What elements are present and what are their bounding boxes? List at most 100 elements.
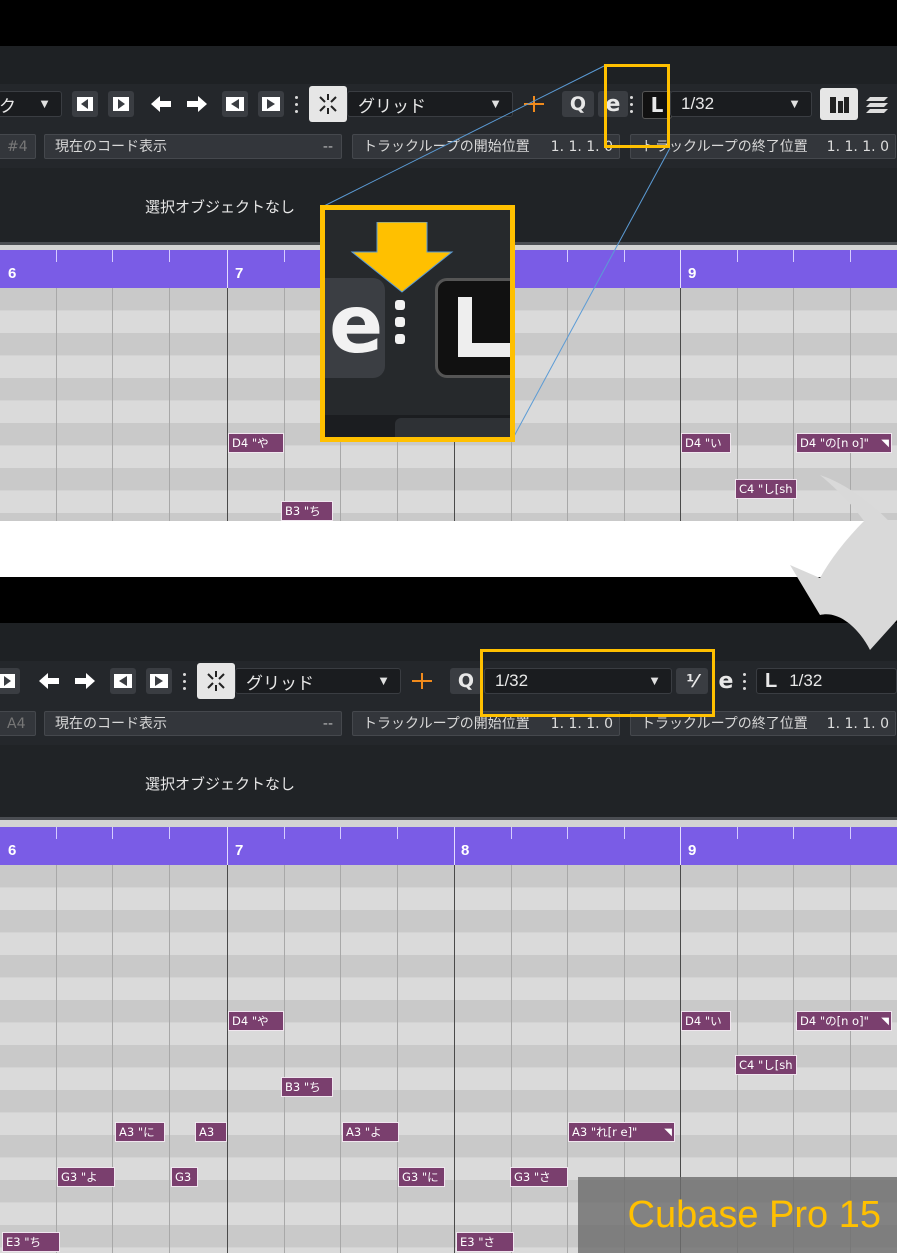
e-icon[interactable]: e: [712, 668, 740, 694]
snap-type-label: グリッド: [246, 673, 314, 693]
chord-label: 現在のコード表示: [55, 716, 167, 732]
loop-start-value: 1. 1. 1. 0: [550, 716, 613, 732]
ruler[interactable]: 6 7 8 9: [0, 827, 897, 865]
note-label: D4 "の[n o]": [800, 1014, 869, 1028]
quantize-value: 1/32: [495, 671, 529, 690]
loop-start-label: トラックループの開始位置: [363, 716, 530, 732]
top-screenshot: ク ▼ グリッド ▼ Q e L 1/32 ▼ #4 現在のコード表示 -- ト…: [0, 0, 897, 521]
midi-note[interactable]: G3 "よ: [57, 1167, 115, 1187]
snap-icon[interactable]: [197, 663, 235, 699]
status-area: 選択オブジェクトなし: [0, 745, 897, 817]
swoosh-arrow-icon: [790, 520, 897, 650]
pitch-lane: [0, 888, 897, 910]
pitch-lane: [0, 910, 897, 932]
beat-line: [340, 865, 341, 1253]
beat-line: [284, 865, 285, 1253]
key-field[interactable]: A4: [0, 711, 36, 736]
ruler-bar-line: [680, 827, 681, 865]
drag-handle-icon[interactable]: [181, 668, 187, 694]
quantize-button[interactable]: Q: [450, 668, 482, 694]
bar-number: 7: [235, 842, 244, 859]
length-dropdown[interactable]: L 1/32: [756, 668, 897, 694]
info-line: A4 現在のコード表示 -- トラックループの開始位置 1. 1. 1. 0 ト…: [0, 705, 897, 745]
zoom-lower-field: [395, 418, 510, 437]
midi-note[interactable]: G3 "さ: [510, 1167, 568, 1187]
pitch-lane: [0, 1000, 897, 1022]
note-label: D4 "い: [685, 1014, 722, 1028]
ruler-tick: [169, 827, 170, 839]
arrow-left-icon[interactable]: [34, 668, 64, 694]
midi-note[interactable]: G3 "に: [398, 1167, 445, 1187]
ruler-tick: [737, 827, 738, 839]
midi-note[interactable]: D4 "い: [681, 1011, 731, 1031]
midi-note[interactable]: A3: [195, 1122, 227, 1142]
chevron-down-icon: ▼: [648, 673, 661, 688]
length-value: 1/32: [789, 671, 823, 690]
bar-number: 8: [461, 842, 470, 859]
midi-note[interactable]: A3 "よ: [342, 1122, 399, 1142]
loop-start-field[interactable]: トラックループの開始位置 1. 1. 1. 0: [352, 711, 620, 736]
ruler-tick: [624, 827, 625, 839]
beat-line: [112, 865, 113, 1253]
locator-left-icon[interactable]: [110, 668, 136, 694]
midi-note[interactable]: E3 "ち: [2, 1232, 60, 1252]
swoosh-arrow-icon: [820, 475, 889, 521]
insert-marker-icon[interactable]: [405, 668, 439, 694]
beat-line: [397, 865, 398, 1253]
drag-handle-icon: [395, 300, 405, 344]
chevron-down-icon: ▼: [377, 673, 390, 688]
bar-line: [454, 865, 455, 1253]
ruler-tick: [112, 827, 113, 839]
pitch-lane: [0, 865, 897, 887]
ruler-tick: [567, 827, 568, 839]
title-bar: [0, 577, 897, 623]
pitch-lane: [0, 1090, 897, 1112]
loop-end-field[interactable]: トラックループの終了位置 1. 1. 1. 0: [630, 711, 896, 736]
midi-note[interactable]: A3 "れ[r e]" ◥: [568, 1122, 675, 1142]
beat-line: [56, 865, 57, 1253]
q-label: Q: [457, 670, 475, 692]
l-icon: L: [765, 669, 778, 692]
pitch-lane: [0, 1023, 897, 1045]
drag-handle-icon[interactable]: [741, 668, 747, 694]
midi-note[interactable]: E3 "さ: [456, 1232, 514, 1252]
midi-note[interactable]: D4 "や: [228, 1011, 284, 1031]
bar-number: 9: [688, 842, 697, 859]
watermark: Cubase Pro 15: [578, 1177, 897, 1253]
note-corner-icon: ◥: [664, 1127, 672, 1138]
loop-end-value: 1. 1. 1. 0: [826, 716, 889, 732]
ruler-tick: [793, 827, 794, 839]
locator-right-icon[interactable]: [146, 668, 172, 694]
note-corner-icon: ◥: [881, 1016, 889, 1027]
bottom-screenshot: グリッド ▼ Q 1/32 ▼ ⅟ e L 1/32 A4 現在のコード表示 -…: [0, 577, 897, 1253]
ruler-tick: [397, 827, 398, 839]
down-arrow-icon: [350, 222, 454, 293]
note-label: E3 "ち: [6, 1235, 42, 1249]
midi-note[interactable]: B3 "ち: [281, 1077, 333, 1097]
midi-note[interactable]: C4 "し[sh: [735, 1055, 797, 1075]
quantize-dropdown[interactable]: 1/32 ▼: [484, 668, 672, 694]
ruler-bar-line: [227, 827, 228, 865]
pitch-lane: [0, 933, 897, 955]
note-label: G3 "よ: [61, 1170, 98, 1184]
note-label: A3 "に: [119, 1125, 155, 1139]
track-next-icon[interactable]: [0, 668, 20, 694]
triplet-icon[interactable]: ⅟: [676, 668, 708, 694]
ruler-tick: [340, 827, 341, 839]
midi-note[interactable]: G3: [171, 1167, 198, 1187]
chord-field[interactable]: 現在のコード表示 --: [44, 711, 342, 736]
note-label: A3 "よ: [346, 1125, 382, 1139]
bar-number: 6: [8, 842, 17, 859]
midi-note[interactable]: A3 "に: [115, 1122, 165, 1142]
note-label: A3: [199, 1125, 215, 1139]
beat-line: [567, 865, 568, 1253]
arrow-right-icon[interactable]: [70, 668, 100, 694]
snap-type-dropdown[interactable]: グリッド ▼: [235, 668, 401, 694]
ruler-bar-line: [454, 827, 455, 865]
midi-note[interactable]: D4 "の[n o]" ◥: [796, 1011, 892, 1031]
loop-end-label: トラックループの終了位置: [641, 716, 808, 732]
pitch-lane: [0, 955, 897, 977]
status-text: 選択オブジェクトなし: [145, 775, 296, 793]
pitch-lane: [0, 978, 897, 1000]
divider: [0, 817, 897, 820]
